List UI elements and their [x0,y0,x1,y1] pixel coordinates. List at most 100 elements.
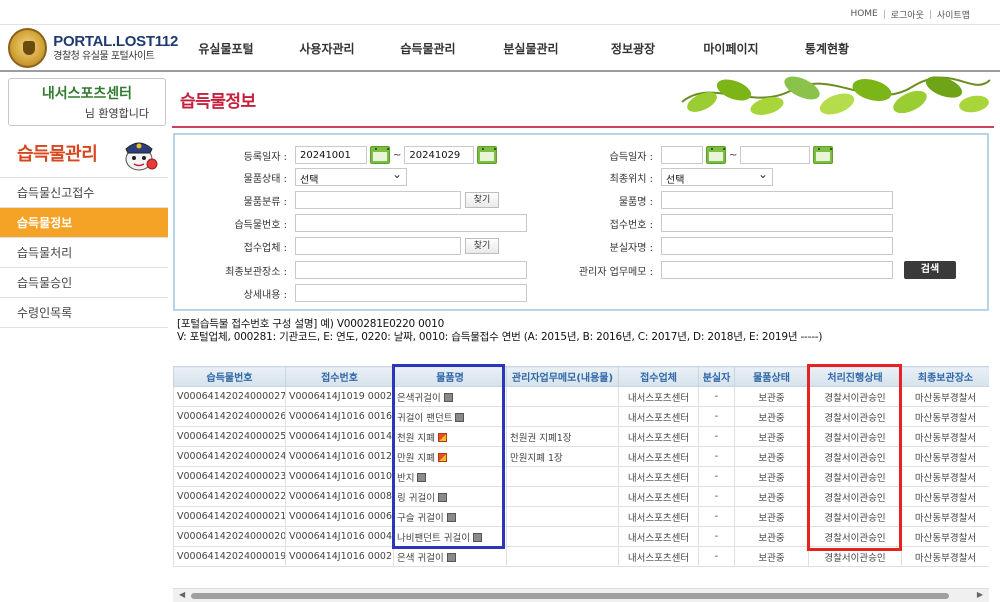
nav-lost-management[interactable]: 분실물관리 [469,40,593,56]
col-company[interactable]: 접수업체 [618,366,699,387]
admin-memo-input[interactable] [661,261,893,279]
nav-info-plaza[interactable]: 정보광장 [593,40,673,56]
side-item-found-report[interactable]: 습득물신고접수 [0,178,168,208]
table-row[interactable]: V00064142024000023 V0006414J1016 0010 반지 내서… [173,466,989,487]
col-admin-memo[interactable]: 관리자업무메모(내용물) [506,366,619,387]
nav-statistics[interactable]: 통계현황 [789,40,865,56]
loser-name-input[interactable] [661,237,893,255]
table-row[interactable]: V00064142024000021 V0006414J1016 0006 구슬 귀… [173,506,989,527]
item-status-cell: 보관중 [734,386,809,407]
scrollbar-thumb[interactable] [191,593,949,599]
item-name-cell[interactable]: 천원 지폐 [393,426,507,447]
photo-icon[interactable] [455,412,465,422]
item-name-cell[interactable]: 링 귀걸이 [393,486,507,507]
found-date-from-input[interactable] [661,146,703,164]
photo-icon[interactable] [437,492,447,502]
image-thumbnail-icon[interactable] [437,432,447,442]
col-progress-status[interactable]: 처리진행상태 [808,366,902,387]
home-link[interactable]: HOME [850,9,877,19]
reg-date-from-input[interactable] [295,146,367,164]
photo-icon[interactable] [472,532,482,542]
table-row[interactable]: V00064142024000020 V0006414J1016 0004 나비팬던… [173,526,989,547]
col-item-status[interactable]: 물품상태 [734,366,809,387]
utility-nav: HOME 로그아웃 사이트맵 [850,6,970,22]
detail-input[interactable] [295,284,527,302]
table-row[interactable]: V00064142024000025 V0006414J1016 0014 천원 지… [173,426,989,447]
side-item-recipient-list[interactable]: 수령인목록 [0,298,168,328]
table-row[interactable]: V00064142024000022 V0006414J1016 0008 링 귀걸… [173,486,989,507]
item-name-cell[interactable]: 은색 귀걸이 [393,546,507,567]
image-thumbnail-icon[interactable] [437,452,447,462]
search-button[interactable]: 검색 [904,261,956,279]
logout-link[interactable]: 로그아웃 [891,8,924,21]
final-storage-cell-text: 마산동부경찰서 [914,432,977,444]
category-input[interactable] [295,191,461,209]
side-item-found-info[interactable]: 습득물정보 [0,208,168,238]
company-cell-text: 내서스포츠센터 [627,472,690,484]
progress-status-cell-text: 경찰서이관승인 [824,472,886,484]
calendar-icon[interactable] [813,146,834,164]
company-input[interactable] [295,237,461,255]
progress-status-cell: 경찰서이관승인 [808,526,902,547]
loser-cell-text: - [714,451,719,462]
page-title: 습득물정보 [180,92,256,112]
photo-icon[interactable] [446,552,456,562]
table-row[interactable]: V00064142024000024 V0006414J1016 0012 만원 지… [173,446,989,467]
nav-lost-portal[interactable]: 유실물포털 [185,40,267,56]
company-cell: 내서스포츠센터 [618,386,699,407]
nav-user-management[interactable]: 사용자관리 [267,40,387,56]
item-name-input[interactable] [661,191,893,209]
item-name-cell[interactable]: 반지 [393,466,507,487]
progress-status-cell-text: 경찰서이관승인 [824,492,886,504]
item-name-cell[interactable]: 귀걸이 팬던트 [393,406,507,427]
calendar-icon[interactable] [706,146,726,164]
status-select[interactable]: 선택 [295,167,407,186]
category-find-button[interactable]: 찾기 [465,192,499,208]
item-status-cell: 보관중 [734,426,809,447]
item-name-cell[interactable]: 나비팬던트 귀걸이 [393,526,507,547]
final-storage-cell: 마산동부경찰서 [901,426,989,447]
photo-icon[interactable] [446,512,456,522]
photo-icon[interactable] [417,472,427,482]
item-name-cell[interactable]: 만원 지폐 [393,446,507,467]
sitemap-link[interactable]: 사이트맵 [937,8,970,21]
reg-date-to-input[interactable] [404,146,475,164]
company-cell: 내서스포츠센터 [618,426,699,447]
company-cell-text: 내서스포츠센터 [627,532,690,544]
receipt-number-input[interactable] [661,214,893,232]
found-number-cell: V00064142024000026 [173,406,286,427]
receipt-number-cell-text: V0006414J1016 0012 [289,451,392,462]
search-form: 등록일자 : ~ 습득일자 : ~ 물품상태 : 선택 최종위치 : 선택 물품… [173,133,989,311]
company-find-button[interactable]: 찾기 [465,238,499,254]
item-name-cell[interactable]: 구슬 귀걸이 [393,506,507,527]
col-final-storage[interactable]: 최종보관장소 [901,366,989,387]
storage-input[interactable] [295,261,527,279]
nav-found-management[interactable]: 습득물관리 [387,40,469,56]
side-item-found-process[interactable]: 습득물처리 [0,238,168,268]
table-row[interactable]: V00064142024000026 V0006414J1016 0016 귀걸이 … [173,406,989,427]
calendar-icon[interactable] [477,146,498,164]
company-label: 접수업체 : [243,242,287,254]
site-logo[interactable]: PORTAL.LOST112 경찰청 유실물 포털사이트 [8,26,178,70]
side-item-found-approve[interactable]: 습득물승인 [0,268,168,298]
found-date-to-input[interactable] [740,146,811,164]
scroll-left-icon[interactable]: ◀ [179,590,185,599]
final-storage-cell-text: 마산동부경찰서 [914,412,977,424]
found-number-cell-text: V00064142024000027 [177,391,286,402]
col-receipt-number[interactable]: 접수번호 [285,366,394,387]
horizontal-scrollbar[interactable]: ◀ ▶ [173,588,989,602]
item-name-cell-text: 은색귀걸이 [397,392,441,404]
col-found-number[interactable]: 습득물번호 [173,366,286,387]
table-row[interactable]: V00064142024000019 V0006414J1016 0002 은색 귀… [173,546,989,567]
nav-mypage[interactable]: 마이페이지 [673,40,789,56]
table-row[interactable]: V00064142024000027 V0006414J1019 0002 은색귀걸… [173,386,989,407]
found-number-input[interactable] [295,214,527,232]
final-location-select[interactable]: 선택 [661,167,773,186]
col-item-name[interactable]: 물품명 [393,366,507,387]
item-name-cell[interactable]: 은색귀걸이 [393,386,507,407]
col-loser[interactable]: 분실자 [698,366,735,387]
scroll-right-icon[interactable]: ▶ [977,590,983,599]
photo-icon[interactable] [443,392,453,402]
item-status-cell-text: 보관중 [758,552,785,564]
calendar-icon[interactable] [370,146,390,164]
